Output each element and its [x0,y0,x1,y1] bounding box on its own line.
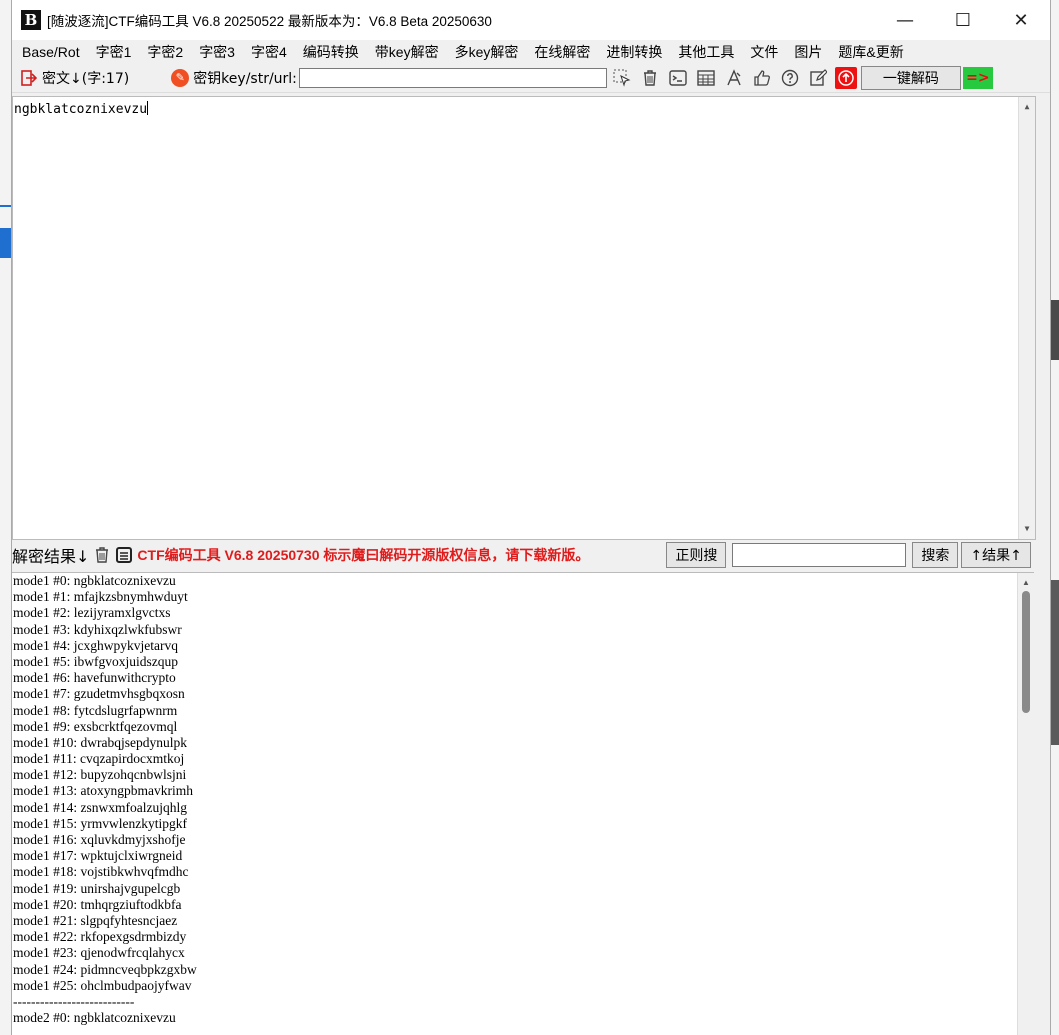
result-line: mode1 #12: bupyzohqcnbwlsjni [13,767,187,783]
result-line: mode1 #17: wpktujclxiwrgneid [13,848,183,864]
result-line: mode1 #8: fytcdslugrfapwnrm [13,702,178,718]
trash-icon[interactable] [639,67,661,89]
table-icon[interactable] [695,67,717,89]
result-line: mode1 #4: jcxghwpykvjetarvq [13,637,178,653]
app-logo: B [21,10,41,30]
result-line: mode1 #1: mfajkzsbnymhwduyt [13,589,188,605]
result-line: mode1 #14: zsnwxmfoalzujqhlg [13,799,187,815]
result-line: mode1 #3: kdyhixqzlwkfubswr [13,621,182,637]
result-line: --------------------------- [13,993,135,1009]
menu-zimi4[interactable]: 字密4 [243,42,295,62]
regex-search-button[interactable]: 正则搜 [666,542,727,568]
help-icon[interactable] [779,67,801,89]
scroll-down-icon[interactable]: ▼ [1019,521,1035,537]
result-line: mode1 #6: havefunwithcrypto [13,670,176,686]
result-line: mode1 #21: slgpqfyhtesncjaez [13,912,178,928]
terminal-icon[interactable] [667,67,689,89]
key-input[interactable] [298,68,607,88]
ciphertext-label: 密文↓(字:17) [42,71,130,87]
result-list: mode1 #0: ngbklatcoznixevzu mode1 #1: mfa… [12,573,1034,1026]
text-caret [147,101,149,115]
result-line: mode1 #13: atoxyngpbmavkrimh [13,783,193,799]
menu-image[interactable]: 图片 [786,42,830,62]
result-line: mode1 #7: gzudetmvhsgbqxosn [13,686,185,702]
menu-file[interactable]: 文件 [742,42,786,62]
result-textarea[interactable]: mode1 #0: ngbklatcoznixevzu mode1 #1: mfa… [12,572,1034,1035]
result-line: mode1 #10: dwrabqjsepdynulpk [13,734,187,750]
menu-bar: Base/Rot 字密1 字密2 字密3 字密4 编码转换 带key解密 多ke… [12,40,1050,64]
result-scrollbar[interactable]: ▲ [1017,573,1034,1035]
result-copy-icon[interactable] [115,546,133,564]
pointer-icon[interactable] [611,67,633,89]
ciphertext-scrollbar[interactable]: ▲ ▼ [1018,97,1035,539]
app-window: B [随波逐流]CTF编码工具 V6.8 20250522 最新版本为：V6.8… [11,0,1051,1035]
result-line: mode1 #11: cvqzapirdocxmtkoj [13,751,185,767]
result-line: mode1 #25: ohclmbudpaojyfwav [13,977,192,993]
window-controls: — ☐ ✕ [876,0,1050,40]
result-line: mode1 #5: ibwfgvoxjuidszqup [13,653,178,669]
toolbar: 密文↓(字:17) ✎ 密钥key/str/url: 一键解码 => [12,64,1050,93]
result-line: mode1 #0: ngbklatcoznixevzu [13,573,176,588]
menu-zimi2[interactable]: 字密2 [139,42,191,62]
key-icon: ✎ [171,69,190,87]
window-title: [随波逐流]CTF编码工具 V6.8 20250522 最新版本为：V6.8 B… [47,14,492,29]
result-trash-icon[interactable] [93,546,111,564]
font-icon[interactable] [723,67,745,89]
scroll-up-icon[interactable]: ▲ [1019,99,1035,115]
result-line: mode1 #16: xqluvkdmyjxshofje [13,832,186,847]
ciphertext-content[interactable]: ngbklatcoznixevzu [13,97,1035,121]
result-line: mode1 #9: exsbcrktfqezovmql [13,718,178,734]
next-arrow-button[interactable]: => [962,67,993,89]
search-button[interactable]: 搜索 [912,542,959,568]
result-line: mode1 #18: vojstibkwhvqfmdhc [13,864,189,880]
result-up-button[interactable]: ↑结果↑ [961,542,1031,568]
minimize-button[interactable]: — [876,0,934,40]
menu-multi-key[interactable]: 多key解密 [447,42,527,62]
menu-other-tools[interactable]: 其他工具 [670,42,742,62]
maximize-button[interactable]: ☐ [934,0,992,40]
scroll-up-icon[interactable]: ▲ [1018,575,1034,591]
menu-zimi3[interactable]: 字密3 [191,42,243,62]
decrypt-arrow-icon[interactable] [20,69,38,87]
scroll-thumb[interactable] [1022,591,1030,713]
menu-zimi1[interactable]: 字密1 [88,42,140,62]
result-line: mode1 #24: pidmncvеqbpkzgxbw [13,961,197,977]
ciphertext-value: ngbklatcoznixevzu [14,102,148,117]
thumb-up-icon[interactable] [751,67,773,89]
menu-radix[interactable]: 进制转换 [598,42,670,62]
menu-update[interactable]: 题库&更新 [830,42,911,62]
edit-icon[interactable] [807,67,829,89]
search-input[interactable] [732,543,907,567]
one-click-decode-button[interactable]: 一键解码 [860,66,961,90]
upload-icon[interactable] [834,67,857,89]
menu-online[interactable]: 在线解密 [526,42,598,62]
result-line: mode2 #0: ngbklatcoznixevzu [13,1010,176,1026]
ciphertext-textarea[interactable]: ngbklatcoznixevzu ▲ ▼ [12,96,1036,540]
menu-encoding[interactable]: 编码转换 [295,42,367,62]
key-label: 密钥key/str/url: [193,71,297,87]
result-line: mode1 #23: qjenodwfrcqlahycx [13,945,185,961]
result-line: mode1 #15: yrmvwlenzkytipgkf [13,815,187,831]
close-button[interactable]: ✕ [992,0,1050,40]
menu-key-decrypt[interactable]: 带key解密 [367,42,447,62]
title-bar: B [随波逐流]CTF编码工具 V6.8 20250522 最新版本为：V6.8… [12,0,1050,40]
version-marquee: CTF编码工具 V6.8 20250730 标示魔曰解码开源版权信息，请下载新版… [137,547,590,563]
result-label: 解密结果↓ [12,547,90,566]
result-line: mode1 #22: rkfopexgsdrmbizdy [13,929,187,945]
result-line: mode1 #20: tmhqrgziuftodkbfa [13,896,182,912]
result-toolbar: 解密结果↓ CTF编码工具 V6.8 20250730 标示魔曰解码开源版权信息… [12,541,1050,569]
result-line: mode1 #2: lezijyramxlgvctxs [13,605,171,621]
menu-base-rot[interactable]: Base/Rot [14,44,88,60]
tool-icons [611,67,857,89]
result-line: mode1 #19: unirshajvgupelcgb [13,880,181,896]
